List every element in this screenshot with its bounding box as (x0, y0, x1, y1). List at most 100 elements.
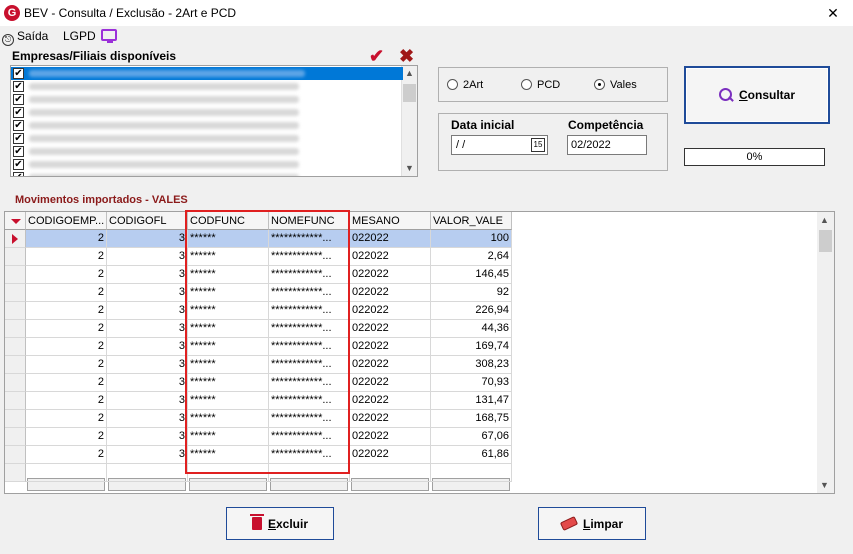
table-cell[interactable] (107, 464, 188, 482)
table-cell[interactable]: 3 (107, 338, 188, 356)
table-row[interactable]: 2 3 ****** ************... 022022 226,94 (5, 302, 512, 320)
company-row[interactable]: ✔ (11, 67, 403, 80)
table-cell[interactable]: ************... (269, 284, 350, 302)
table-row[interactable]: 2 3 ****** ************... 022022 100 (5, 230, 512, 248)
scroll-up-icon[interactable]: ▲ (405, 68, 414, 78)
table-cell[interactable]: 3 (107, 374, 188, 392)
table-cell[interactable]: 61,86 (431, 446, 512, 464)
table-row[interactable]: 2 3 ****** ************... 022022 168,75 (5, 410, 512, 428)
table-cell[interactable] (269, 464, 350, 482)
company-row[interactable]: ✔ (11, 132, 403, 145)
column-header[interactable]: MESANO (350, 212, 431, 230)
row-indicator[interactable] (5, 320, 26, 338)
table-cell[interactable]: 2 (26, 248, 107, 266)
table-cell[interactable]: 2,64 (431, 248, 512, 266)
table-cell[interactable]: 3 (107, 230, 188, 248)
table-cell[interactable]: 022022 (350, 320, 431, 338)
table-cell[interactable]: ************... (269, 374, 350, 392)
company-checkbox[interactable]: ✔ (13, 81, 24, 92)
table-cell[interactable]: ****** (188, 266, 269, 284)
company-checkbox[interactable]: ✔ (13, 146, 24, 157)
grid-scroll-up-icon[interactable]: ▲ (820, 215, 829, 225)
company-row[interactable]: ✔ (11, 158, 403, 171)
table-row[interactable]: 2 3 ****** ************... 022022 169,74 (5, 338, 512, 356)
table-cell[interactable]: ****** (188, 302, 269, 320)
scroll-down-icon[interactable]: ▼ (405, 163, 414, 173)
table-row[interactable]: 2 3 ****** ************... 022022 131,47 (5, 392, 512, 410)
table-cell[interactable] (188, 464, 269, 482)
table-cell[interactable]: 2 (26, 428, 107, 446)
table-cell[interactable]: 3 (107, 356, 188, 374)
row-indicator[interactable] (5, 428, 26, 446)
monitor-icon[interactable] (101, 29, 117, 43)
radio-pcd[interactable]: PCD (521, 79, 560, 91)
table-row[interactable]: 2 3 ****** ************... 022022 2,64 (5, 248, 512, 266)
row-indicator[interactable] (5, 338, 26, 356)
table-cell[interactable]: ****** (188, 392, 269, 410)
row-indicator[interactable] (5, 284, 26, 302)
company-checkbox[interactable]: ✔ (13, 107, 24, 118)
table-cell[interactable]: ****** (188, 230, 269, 248)
column-header[interactable]: CODIGOEMP... (26, 212, 107, 230)
table-cell[interactable]: 3 (107, 392, 188, 410)
table-cell[interactable]: ****** (188, 320, 269, 338)
table-cell[interactable]: 168,75 (431, 410, 512, 428)
table-row[interactable]: 2 3 ****** ************... 022022 61,86 (5, 446, 512, 464)
company-checkbox[interactable]: ✔ (13, 133, 24, 144)
table-cell[interactable]: ************... (269, 320, 350, 338)
table-cell[interactable]: 3 (107, 302, 188, 320)
table-cell[interactable]: 2 (26, 338, 107, 356)
menu-lgpd[interactable]: LGPD (63, 29, 96, 43)
table-cell[interactable]: 022022 (350, 428, 431, 446)
table-cell[interactable]: 3 (107, 284, 188, 302)
table-cell[interactable]: 146,45 (431, 266, 512, 284)
table-cell[interactable]: 2 (26, 230, 107, 248)
table-cell[interactable]: 022022 (350, 248, 431, 266)
table-cell[interactable]: 308,23 (431, 356, 512, 374)
companies-scrollbar[interactable]: ▲ ▼ (401, 66, 417, 176)
table-cell[interactable] (350, 464, 431, 482)
row-indicator[interactable] (5, 248, 26, 266)
table-row[interactable]: 2 3 ****** ************... 022022 44,36 (5, 320, 512, 338)
table-cell[interactable]: 3 (107, 320, 188, 338)
table-cell[interactable]: 2 (26, 302, 107, 320)
row-indicator[interactable] (5, 266, 26, 284)
row-indicator[interactable] (5, 230, 26, 248)
close-window-button[interactable]: ✕ (813, 0, 853, 26)
company-checkbox[interactable]: ✔ (13, 172, 24, 176)
excluir-button[interactable]: Excluir (226, 507, 334, 540)
table-cell[interactable]: 3 (107, 446, 188, 464)
company-row[interactable]: ✔ (11, 106, 403, 119)
table-cell[interactable]: 67,06 (431, 428, 512, 446)
movements-grid[interactable]: ▲ ▼ CODIGOEMP... CODIGOFL CODFUNC NOMEFUNC M… (4, 211, 835, 494)
radio-button-icon[interactable] (447, 79, 458, 90)
table-row[interactable]: 2 3 ****** ************... 022022 92 (5, 284, 512, 302)
table-cell[interactable]: 022022 (350, 356, 431, 374)
table-cell[interactable]: ****** (188, 338, 269, 356)
table-cell[interactable]: ************... (269, 356, 350, 374)
menu-exit[interactable]: ⎋ Saída (2, 29, 48, 46)
calendar-icon[interactable]: 15 (531, 138, 545, 152)
radio-vales[interactable]: Vales (594, 79, 637, 91)
row-indicator[interactable] (5, 446, 26, 464)
row-indicator[interactable] (5, 374, 26, 392)
table-cell[interactable]: 3 (107, 428, 188, 446)
table-cell[interactable]: 3 (107, 248, 188, 266)
table-cell[interactable]: ****** (188, 374, 269, 392)
table-row[interactable]: 2 3 ****** ************... 022022 70,93 (5, 374, 512, 392)
grid-scrollbar[interactable]: ▲ ▼ (817, 212, 834, 493)
table-cell[interactable]: 022022 (350, 302, 431, 320)
table-cell[interactable]: 92 (431, 284, 512, 302)
table-cell[interactable]: 022022 (350, 410, 431, 428)
table-cell[interactable]: ************... (269, 410, 350, 428)
table-cell[interactable]: 131,47 (431, 392, 512, 410)
table-cell[interactable]: 226,94 (431, 302, 512, 320)
table-cell[interactable]: 022022 (350, 230, 431, 248)
table-cell[interactable]: ************... (269, 338, 350, 356)
table-row-empty[interactable] (5, 464, 512, 482)
company-checkbox[interactable]: ✔ (13, 94, 24, 105)
row-indicator[interactable] (5, 410, 26, 428)
table-cell[interactable]: ****** (188, 428, 269, 446)
table-cell[interactable]: 2 (26, 320, 107, 338)
table-row[interactable]: 2 3 ****** ************... 022022 308,23 (5, 356, 512, 374)
